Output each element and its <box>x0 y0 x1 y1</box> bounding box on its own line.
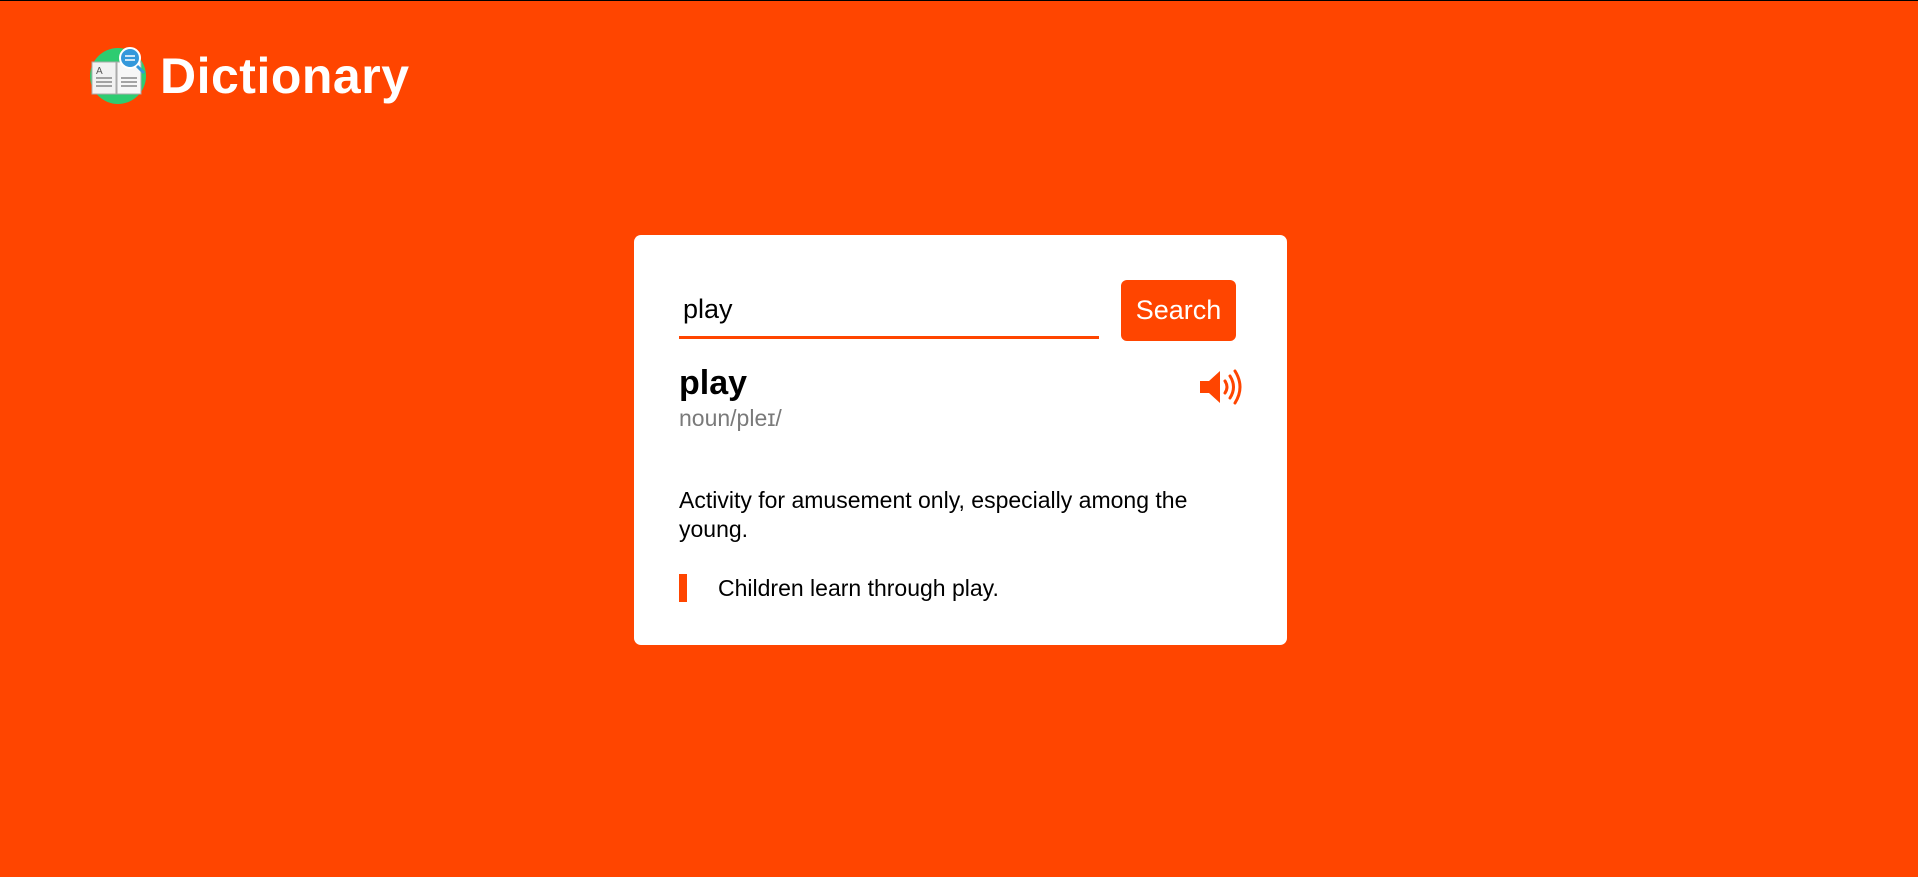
speaker-icon[interactable] <box>1198 367 1244 407</box>
search-input[interactable] <box>679 282 1099 339</box>
word-header: play noun/pleɪ/ <box>679 363 1242 432</box>
app-header: A Dictionary <box>88 46 410 106</box>
app-title: Dictionary <box>160 48 410 104</box>
word-example: Children learn through play. <box>679 574 1236 602</box>
svg-text:A: A <box>96 66 103 77</box>
dictionary-card: Search play noun/pleɪ/ Activity for amus… <box>634 235 1287 645</box>
word-title: play <box>679 364 748 402</box>
search-row: Search <box>679 280 1236 341</box>
word-phonetic: noun/pleɪ/ <box>679 405 782 431</box>
dictionary-logo-icon: A <box>88 46 148 106</box>
word-definition: Activity for amusement only, especially … <box>679 487 1188 542</box>
word-info: play noun/pleɪ/ <box>679 363 782 432</box>
search-button[interactable]: Search <box>1121 280 1236 341</box>
